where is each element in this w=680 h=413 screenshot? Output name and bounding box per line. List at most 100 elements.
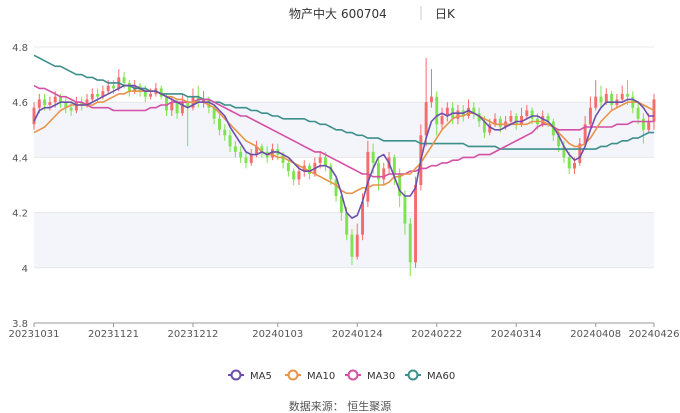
candle-body: [323, 157, 327, 166]
candle-body: [636, 107, 640, 119]
plot-area: 3.844.24.44.64.820231031 20231121 20231212…: [9, 43, 680, 340]
candle-up: [154, 82, 158, 97]
y-tick-label: 4: [22, 264, 28, 275]
candle-body: [498, 118, 502, 128]
candle-body: [249, 154, 253, 163]
candle-body: [43, 99, 47, 105]
legend-item-ma30[interactable]: MA30: [345, 369, 395, 383]
candle-body: [292, 171, 296, 180]
x-tick-label: 20240314: [491, 329, 542, 340]
candle-body: [149, 93, 153, 97]
candle-body: [530, 110, 534, 119]
candle-body: [588, 107, 592, 125]
candle-body: [96, 93, 100, 97]
candle-body: [525, 110, 529, 116]
stock-name: 物产中大: [289, 6, 337, 21]
candle-body: [318, 157, 322, 163]
candle-up: [191, 88, 195, 111]
legend-item-ma5[interactable]: MA5: [228, 369, 272, 383]
candle-body: [345, 212, 349, 235]
candle-body: [599, 96, 603, 103]
candle-up: [588, 96, 592, 128]
candle-body: [122, 77, 126, 83]
candle-body: [620, 93, 624, 100]
y-tick-label: 4.8: [12, 43, 28, 54]
candle-body: [106, 85, 110, 92]
candle-body: [456, 110, 460, 119]
candle-body: [371, 151, 375, 163]
candle-down: [127, 80, 131, 97]
candle-body: [112, 85, 115, 89]
candle-body: [641, 118, 645, 130]
legend-swatch-marker: [347, 369, 359, 381]
legend-swatch-marker: [407, 369, 419, 381]
candle-body: [382, 168, 386, 180]
candle-body: [414, 185, 417, 263]
chart-container: 物产中大 600704 日K 3.8 4 4.2 4.4 4.6 4.8 20231031 2…: [0, 0, 680, 413]
candle-body: [233, 146, 237, 152]
x-tick-label: 20240222: [411, 329, 462, 340]
candle-up: [382, 162, 386, 185]
legend-item-ma10[interactable]: MA10: [285, 369, 335, 383]
candle-body: [48, 102, 52, 105]
candle-body: [392, 157, 396, 174]
candle-body: [424, 102, 428, 136]
candle-body: [59, 96, 62, 103]
candle-body: [90, 93, 94, 100]
candle-up: [429, 69, 433, 108]
legend-swatch-marker: [287, 369, 299, 381]
legend-label: MA10: [307, 371, 335, 382]
candle-body: [408, 223, 412, 263]
y-tick-label: 4.4: [12, 153, 28, 164]
stock-code: 600704: [341, 7, 387, 21]
candle-body: [435, 96, 439, 125]
legend-label: MA5: [250, 371, 272, 382]
candle-body: [647, 121, 651, 130]
candle-up: [620, 85, 624, 103]
candle-body: [440, 116, 444, 125]
kline-chart: 物产中大 600704 日K 3.844.24.44.64.820231031 2…: [9, 6, 680, 413]
candle-body: [218, 118, 221, 130]
candle-body: [594, 96, 598, 108]
candle-body: [223, 129, 227, 136]
candle-up: [90, 88, 94, 103]
candle-body: [604, 93, 608, 103]
legend-item-ma60[interactable]: MA60: [405, 369, 455, 383]
candle-body: [429, 96, 433, 103]
x-tick-label: 20231121: [88, 329, 139, 340]
candle-body: [361, 201, 365, 235]
candle-body: [366, 151, 370, 202]
legend[interactable]: MA5 MA10 MA30 MA60: [228, 369, 455, 383]
candle-body: [350, 234, 354, 257]
candle-body: [239, 151, 243, 158]
legend-label: MA30: [367, 371, 395, 382]
x-tick-label: 20240408: [570, 329, 621, 340]
candle-down: [292, 168, 296, 185]
x-tick-label: 20240124: [332, 329, 383, 340]
candle-body: [610, 93, 614, 105]
candle-body: [244, 157, 248, 163]
grid-band: [34, 212, 654, 268]
candle-body: [74, 102, 78, 111]
candle-body: [297, 171, 301, 180]
candle-body: [175, 102, 179, 114]
candle-body: [32, 107, 36, 125]
candle-down: [286, 160, 290, 177]
candle-down: [626, 80, 629, 105]
candle-body: [53, 96, 57, 103]
candle-body: [37, 99, 41, 108]
candle-body: [509, 116, 513, 122]
x-tick-label: 20231031: [9, 329, 60, 340]
candle-body: [403, 196, 407, 224]
legend-label: MA60: [427, 371, 455, 382]
y-tick-label: 4.6: [12, 98, 28, 109]
period-label: 日K: [435, 7, 456, 21]
x-tick-label: 20231212: [168, 329, 219, 340]
legend-swatch-marker: [230, 369, 242, 381]
candle-body: [626, 93, 629, 97]
candle-body: [355, 234, 359, 257]
candle-body: [567, 157, 571, 169]
candle-body: [69, 107, 73, 111]
candle-body: [286, 162, 290, 172]
data-source: 数据来源： 恒生聚源: [289, 399, 392, 413]
